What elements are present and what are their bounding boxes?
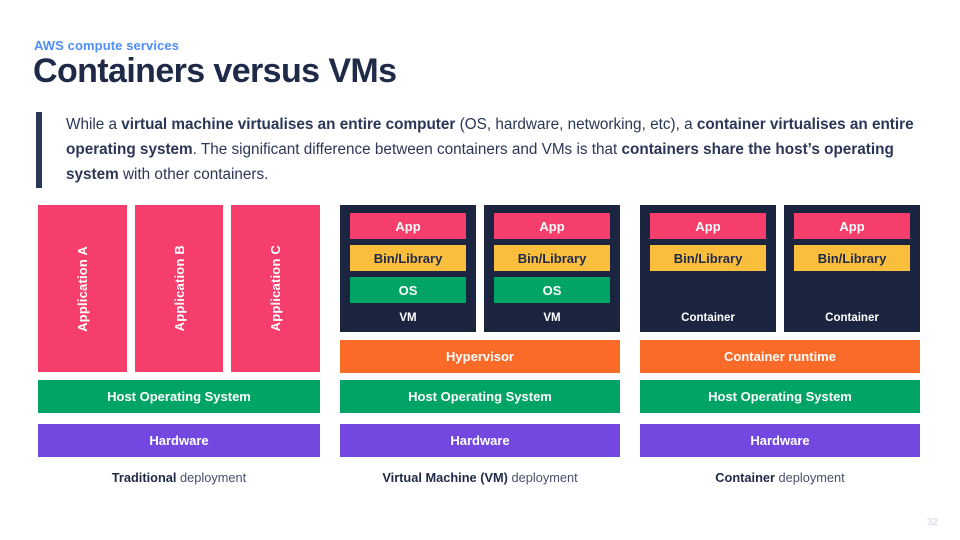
host-os-bar: Host Operating System — [38, 380, 320, 413]
vm-box-label: VM — [399, 312, 417, 324]
caption-rest: deployment — [176, 470, 247, 485]
vm-box-label: VM — [543, 312, 561, 324]
guest-os-layer: OS — [350, 277, 466, 303]
slide-eyebrow: AWS compute services — [34, 38, 180, 53]
app-layer: App — [650, 213, 766, 239]
hypervisor-bar: Hypervisor — [340, 340, 620, 373]
hardware-bar: Hardware — [38, 424, 320, 457]
application-label: Application C — [268, 245, 284, 332]
application-box: Application C — [231, 205, 321, 372]
slide-root: { "header": { "eyebrow": "AWS compute se… — [0, 0, 960, 540]
app-layer: App — [494, 213, 610, 239]
container-box-label: Container — [825, 312, 879, 324]
application-box: Application A — [38, 205, 127, 372]
container-runtime-bar: Container runtime — [640, 340, 920, 373]
application-label: Application B — [171, 245, 187, 332]
caption-bold: Traditional — [111, 470, 177, 485]
vm-stack: App Bin/Library OS VM App Bin/Library OS… — [340, 205, 620, 332]
container-stack: App Bin/Library Container App Bin/Librar… — [640, 205, 920, 332]
vm-box: App Bin/Library OS VM — [340, 205, 476, 332]
column-caption: Traditional deployment — [38, 470, 320, 485]
bin-library-layer: Bin/Library — [650, 245, 766, 271]
bin-library-layer: Bin/Library — [794, 245, 910, 271]
host-os-bar: Host Operating System — [340, 380, 620, 413]
bin-library-layer: Bin/Library — [494, 245, 610, 271]
hardware-bar: Hardware — [340, 424, 620, 457]
column-caption: Virtual Machine (VM) deployment — [340, 470, 620, 485]
application-box: Application B — [134, 205, 224, 372]
guest-os-layer: OS — [494, 277, 610, 303]
caption-rest: deployment — [775, 470, 845, 485]
container-box-label: Container — [681, 312, 735, 324]
application-label: Application A — [74, 245, 90, 332]
callout-block: While a virtual machine virtualises an e… — [36, 112, 924, 188]
vm-box: App Bin/Library OS VM — [484, 205, 620, 332]
caption-bold: Virtual Machine (VM) — [382, 470, 508, 485]
container-box: App Bin/Library Container — [640, 205, 776, 332]
page-number: 32 — [926, 517, 938, 528]
deployment-diagram: Application A Application B Application … — [0, 205, 960, 505]
app-layer: App — [794, 213, 910, 239]
caption-bold: Container — [715, 470, 775, 485]
caption-rest: deployment — [507, 470, 578, 485]
bin-library-layer: Bin/Library — [350, 245, 466, 271]
callout-paragraph: While a virtual machine virtualises an e… — [66, 116, 914, 183]
application-stack: Application A Application B Application … — [38, 205, 321, 372]
host-os-bar: Host Operating System — [640, 380, 920, 413]
hardware-bar: Hardware — [640, 424, 920, 457]
app-layer: App — [350, 213, 466, 239]
container-box: App Bin/Library Container — [784, 205, 920, 332]
page-title: Containers versus VMs — [33, 52, 397, 90]
column-caption: Container deployment — [640, 470, 920, 485]
